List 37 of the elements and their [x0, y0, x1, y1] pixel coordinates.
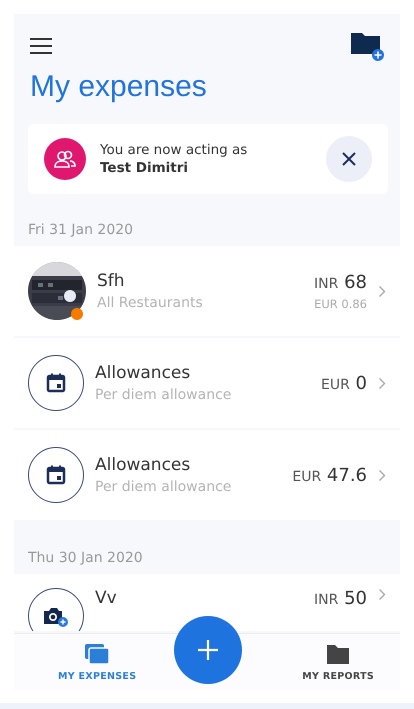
chevron-right-icon: [378, 284, 386, 298]
expense-title: Allowances: [95, 363, 192, 383]
expense-row[interactable]: Allowances Per diem allowance EUR 47.6: [14, 430, 400, 520]
nav-tab[interactable]: MY REPORTS: [296, 634, 380, 690]
expense-title: Vv: [95, 588, 118, 608]
acting-user-name: Test Dimitri: [100, 160, 190, 176]
nav-tab[interactable]: MY EXPENSES: [52, 634, 142, 690]
menu-icon[interactable]: [30, 38, 52, 54]
expense-category: Per diem allowance: [95, 479, 232, 495]
expense-category: Per diem allowance: [95, 387, 232, 403]
expense-amount: EUR 0: [320, 372, 367, 394]
expense-amount: INR 50: [314, 588, 367, 609]
chevron-right-icon: [378, 588, 386, 601]
chevron-right-icon: [378, 376, 386, 390]
expense-title: Allowances: [95, 455, 192, 475]
close-button[interactable]: [326, 136, 372, 182]
page-title: My expenses: [30, 70, 208, 104]
users-icon: [44, 138, 86, 180]
close-icon: [341, 151, 357, 167]
acting-as-text: You are now acting as: [100, 142, 248, 158]
expense-row[interactable]: Sfh All Restaurants INR 68 EUR 0.86: [14, 246, 400, 336]
expense-amount: INR 68: [314, 272, 367, 292]
converted-amount: EUR 0.86: [314, 296, 367, 310]
chevron-right-icon: [378, 468, 386, 482]
calendar-icon: [46, 373, 66, 393]
folder-icon: [325, 642, 352, 664]
expense-row[interactable]: Allowances Per diem allowance EUR 0: [14, 338, 400, 428]
date-header: Fri 31 Jan 2020: [27, 221, 134, 240]
expense-row[interactable]: Vv INR 50: [14, 574, 400, 631]
folder-add-icon[interactable]: [350, 30, 386, 62]
expense-amount: EUR 47.6: [292, 464, 367, 486]
expense-title: Sfh: [97, 271, 126, 291]
cards-icon: [84, 642, 110, 664]
calendar-icon: [46, 465, 66, 485]
plus-icon: [197, 639, 219, 661]
date-header: Thu 30 Jan 2020: [27, 549, 144, 568]
expense-category: All Restaurants: [97, 295, 204, 311]
